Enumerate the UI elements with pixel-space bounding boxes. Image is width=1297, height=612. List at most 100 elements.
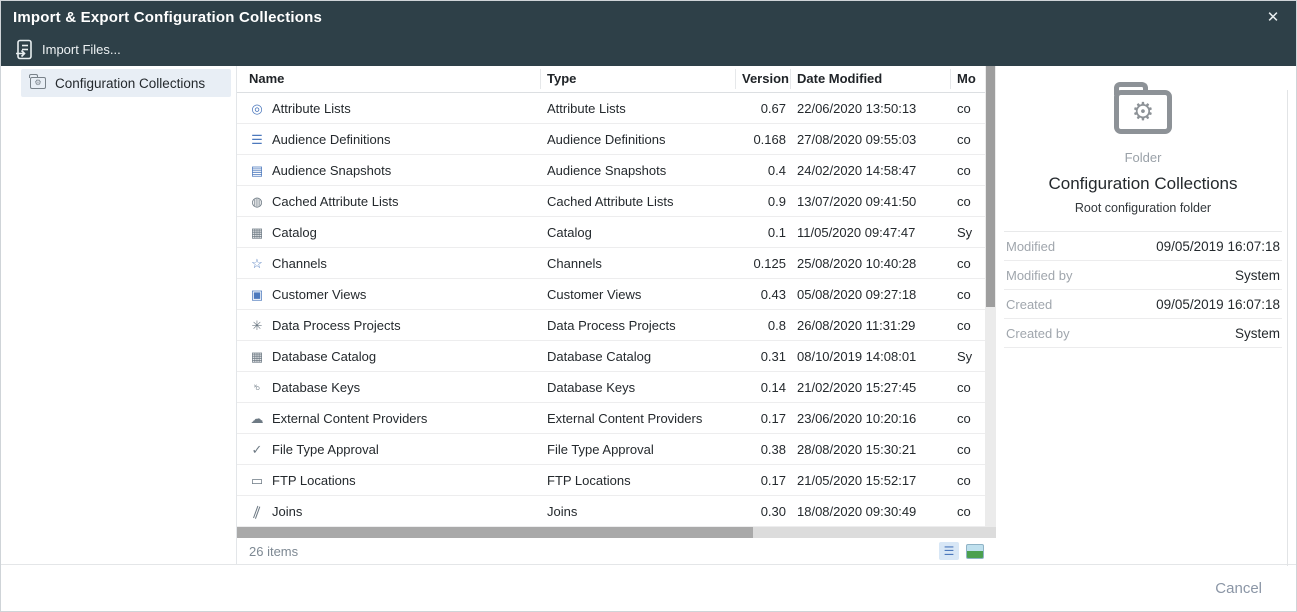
row-modified-by: co [951, 380, 985, 395]
doc-check-icon: ✓ [249, 443, 265, 456]
table-row[interactable]: ▦CatalogCatalog0.111/05/2020 09:47:47Sy [237, 217, 985, 248]
field-label: Modified [1006, 239, 1055, 254]
row-modified-by: co [951, 318, 985, 333]
row-type: Database Keys [541, 380, 736, 395]
column-header-name[interactable]: Name [237, 69, 541, 89]
folder-icon: ⚙ [30, 77, 46, 89]
row-version: 0.67 [736, 101, 791, 116]
row-type: Database Catalog [541, 349, 736, 364]
table-row[interactable]: ▤Audience SnapshotsAudience Snapshots0.4… [237, 155, 985, 186]
row-version: 0.14 [736, 380, 791, 395]
table-row[interactable]: ▣Customer ViewsCustomer Views0.4305/08/2… [237, 279, 985, 310]
horizontal-scrollbar[interactable] [237, 527, 996, 538]
field-value: 09/05/2019 16:07:18 [1156, 239, 1280, 254]
row-date-modified: 26/08/2020 11:31:29 [791, 318, 951, 333]
close-icon[interactable]: ✕ [1262, 6, 1284, 28]
row-name: Audience Definitions [272, 132, 391, 147]
sidebar-item-label: Configuration Collections [55, 76, 205, 91]
row-version: 0.125 [736, 256, 791, 271]
table-row[interactable]: ♀Database KeysDatabase Keys0.1421/02/202… [237, 372, 985, 403]
row-type: FTP Locations [541, 473, 736, 488]
snapshot-icon: ▤ [249, 164, 265, 177]
column-header-type[interactable]: Type [541, 69, 736, 89]
table-row[interactable]: ✓File Type ApprovalFile Type Approval0.3… [237, 434, 985, 465]
row-modified-by: Sy [951, 349, 985, 364]
details-field-row: Created09/05/2019 16:07:18 [1004, 290, 1282, 319]
grid-icon: ▦ [249, 350, 265, 363]
table-row[interactable]: ◎Attribute ListsAttribute Lists0.6722/06… [237, 93, 985, 124]
cancel-button[interactable]: Cancel [1211, 574, 1266, 603]
row-name: Customer Views [272, 287, 366, 302]
cloud-icon: ☁ [249, 412, 265, 425]
row-name: Attribute Lists [272, 101, 351, 116]
row-date-modified: 08/10/2019 14:08:01 [791, 349, 951, 364]
grid-icon: ▦ [249, 226, 265, 239]
field-label: Created [1006, 297, 1052, 312]
row-type: Attribute Lists [541, 101, 736, 116]
row-version: 0.17 [736, 411, 791, 426]
column-header-version[interactable]: Version [736, 69, 791, 89]
row-modified-by: co [951, 411, 985, 426]
column-header-mo[interactable]: Mo [951, 69, 985, 89]
import-files-label: Import Files... [42, 42, 121, 57]
database-icon: ☰ [249, 133, 265, 146]
details-panel: ⚙ Folder Configuration Collections Root … [996, 66, 1296, 564]
vertical-scrollbar[interactable] [985, 66, 996, 529]
row-date-modified: 21/05/2020 15:52:17 [791, 473, 951, 488]
sidebar-item-configuration-collections[interactable]: ⚙ Configuration Collections [21, 69, 231, 97]
monitor-icon: ▭ [249, 474, 265, 487]
folder-tree-sidebar: ⚙ Configuration Collections [1, 66, 237, 564]
table-body: ◎Attribute ListsAttribute Lists0.6722/06… [237, 93, 985, 527]
row-modified-by: co [951, 101, 985, 116]
import-files-button[interactable]: Import Files... [11, 37, 125, 62]
thumbnail-view-icon[interactable] [966, 544, 984, 559]
details-field-row: Modified bySystem [1004, 261, 1282, 290]
row-date-modified: 05/08/2020 09:27:18 [791, 287, 951, 302]
table-row[interactable]: ▭FTP LocationsFTP Locations0.1721/05/202… [237, 465, 985, 496]
table-row[interactable]: ✳Data Process ProjectsData Process Proje… [237, 310, 985, 341]
table-row[interactable]: ◍ Cached Attribute Lists Cached Attribute … [237, 186, 985, 217]
import-files-icon [15, 39, 34, 60]
row-modified-by: co [951, 504, 985, 519]
field-value: System [1235, 326, 1280, 341]
row-version: 0.17 [736, 473, 791, 488]
table-row[interactable]: ▦Database CatalogDatabase Catalog0.3108/… [237, 341, 985, 372]
row-modified-by: co [951, 473, 985, 488]
table-row[interactable]: ☁External Content ProvidersExternal Cont… [237, 403, 985, 434]
details-fields: Modified09/05/2019 16:07:18Modified bySy… [1004, 231, 1282, 348]
field-label: Modified by [1006, 268, 1072, 283]
vertical-scrollbar-thumb[interactable] [986, 66, 995, 307]
field-label: Created by [1006, 326, 1070, 341]
table-header: NameTypeVersionDate ModifiedMo [237, 66, 985, 93]
row-name: Catalog [272, 225, 317, 240]
row-type: Audience Snapshots [541, 163, 736, 178]
column-header-date-modified[interactable]: Date Modified [791, 69, 951, 89]
row-name: Joins [272, 504, 302, 519]
row-type: External Content Providers [541, 411, 736, 426]
details-field-row: Modified 09/05/2019 16:07:18 [1004, 232, 1282, 261]
dialog-title: Import & Export Configuration Collection… [13, 9, 322, 26]
table-row[interactable]: ∥JoinsJoins0.3018/08/2020 09:30:49co [237, 496, 985, 527]
star-bubble-icon: ☆ [249, 257, 265, 270]
person-card-icon: ▣ [249, 288, 265, 301]
horizontal-scrollbar-thumb[interactable] [237, 527, 753, 538]
row-type: Cached Attribute Lists [541, 194, 736, 209]
details-title: Configuration Collections [1004, 174, 1282, 194]
import-export-dialog: Import & Export Configuration Collection… [0, 0, 1297, 612]
collection-table: NameTypeVersionDate ModifiedMo ◎Attribut… [237, 66, 996, 564]
globe-icon: ◍ [249, 195, 265, 208]
row-name: FTP Locations [272, 473, 356, 488]
folder-gear-icon: ⚙ [1114, 90, 1172, 134]
list-view-icon[interactable]: ☰ [939, 542, 959, 560]
row-type: Joins [541, 504, 736, 519]
table-row[interactable]: ☰Audience DefinitionsAudience Definition… [237, 124, 985, 155]
row-date-modified: 18/08/2020 09:30:49 [791, 504, 951, 519]
row-modified-by: co [951, 132, 985, 147]
dialog-footer: Cancel [1, 564, 1296, 611]
table-row[interactable]: ☆ChannelsChannels0.12525/08/2020 10:40:2… [237, 248, 985, 279]
row-name: File Type Approval [272, 442, 379, 457]
row-version: 0.168 [736, 132, 791, 147]
row-modified-by: co [951, 287, 985, 302]
row-name: Cached Attribute Lists [272, 194, 398, 209]
details-field-row: Created by System [1004, 319, 1282, 348]
